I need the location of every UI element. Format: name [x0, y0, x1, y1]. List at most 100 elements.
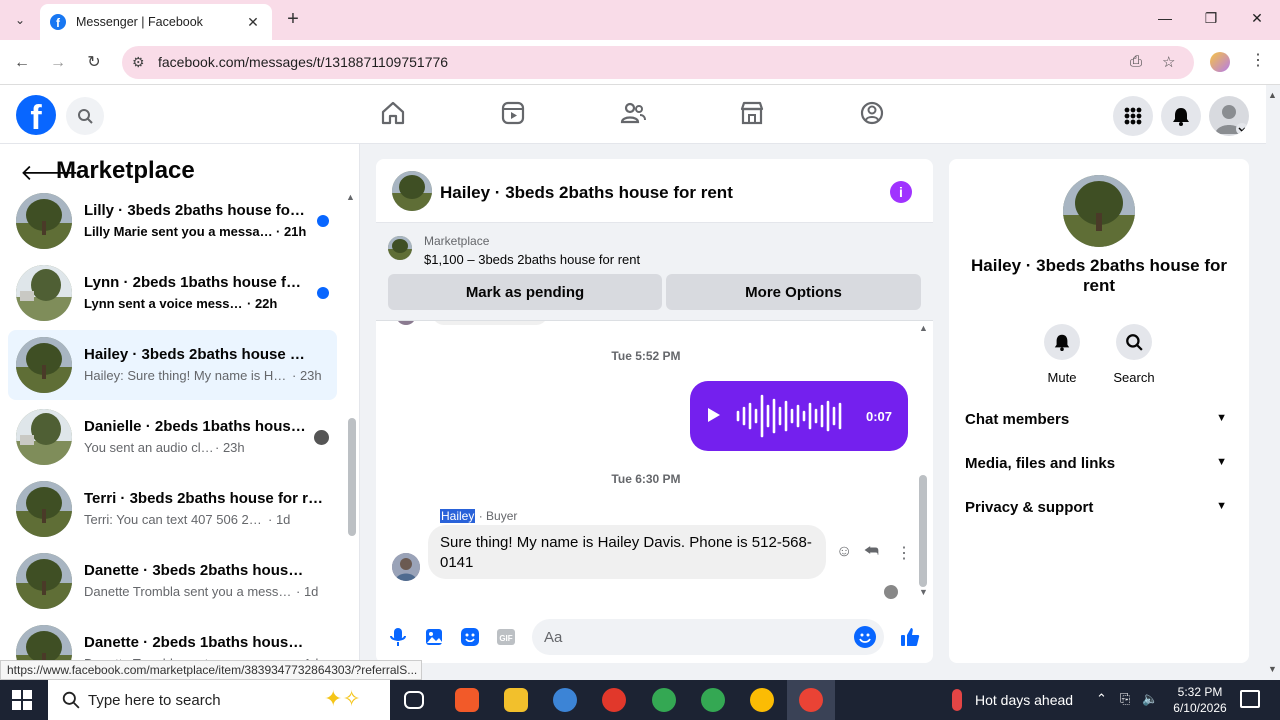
chrome-icon[interactable]	[701, 688, 725, 712]
chevron-down-icon: ▼	[1216, 500, 1227, 512]
chat-members-section[interactable]: Chat members ▼	[949, 398, 1249, 442]
gif-icon[interactable]: GIF	[494, 625, 518, 649]
gaming-icon[interactable]	[858, 99, 886, 127]
video-icon[interactable]	[499, 99, 527, 127]
chrome-profile-icon[interactable]	[602, 688, 626, 712]
page-scroll-down-icon[interactable]: ▼	[1268, 664, 1277, 674]
new-tab-button[interactable]: +	[282, 9, 304, 31]
menu-grid-button[interactable]	[1113, 96, 1153, 136]
task-view-icon[interactable]	[404, 691, 424, 709]
volume-icon[interactable]: 🔈	[1142, 691, 1158, 707]
conversation-item[interactable]: Lynn · 2beds 1baths house for rent Lynn …	[8, 258, 337, 328]
browser-menu-icon[interactable]: ⋮	[1250, 50, 1266, 70]
conversation-item[interactable]: Danette · 3beds 2baths house for rent Da…	[8, 546, 337, 616]
tab-search-button[interactable]: ⌄	[8, 9, 32, 31]
browser-tab-messenger[interactable]: f Messenger | Facebook ✕	[40, 4, 272, 40]
bookmark-star-icon[interactable]: ☆	[1162, 53, 1175, 71]
voice-message-bubble[interactable]: 0:07	[690, 381, 908, 451]
close-window-button[interactable]: ✕	[1242, 10, 1272, 30]
chrome-icon[interactable]	[750, 688, 774, 712]
page-scroll-up-icon[interactable]: ▲	[1268, 90, 1277, 100]
incoming-message-bubble[interactable]: Sure thing! My name is Hailey Davis. Pho…	[428, 525, 826, 579]
chat-title[interactable]: Hailey · 3beds 2baths house for rent	[440, 183, 733, 203]
search-action[interactable]: Search	[1104, 324, 1164, 385]
mute-button[interactable]	[1044, 324, 1080, 360]
notifications-button[interactable]	[1161, 96, 1201, 136]
microphone-icon[interactable]	[386, 625, 410, 649]
address-bar[interactable]: ⚙ facebook.com/messages/t/13188711097517…	[122, 46, 1194, 79]
listing-thumb[interactable]	[388, 236, 412, 260]
conversation-item[interactable]: Lilly · 3beds 2baths house for rent Lill…	[8, 186, 337, 256]
facebook-logo[interactable]: f	[16, 95, 56, 135]
scroll-down-arrow-icon[interactable]: ▼	[919, 587, 928, 597]
chrome-active-icon[interactable]	[799, 688, 823, 712]
section-label: Media, files and links	[965, 455, 1116, 472]
home-icon[interactable]	[379, 99, 407, 127]
mark-as-pending-button[interactable]: Mark as pending	[388, 274, 662, 310]
friends-icon[interactable]	[619, 99, 647, 127]
more-actions-icon[interactable]: ⋮	[896, 543, 912, 563]
url-text[interactable]: facebook.com/messages/t/1318871109751776	[158, 54, 448, 70]
photo-icon[interactable]	[422, 625, 446, 649]
file-explorer-icon[interactable]	[504, 688, 528, 712]
grid-icon	[1124, 107, 1142, 125]
listing-large-avatar[interactable]	[1063, 175, 1135, 247]
back-button[interactable]: ←	[10, 51, 34, 75]
taskbar-search-box[interactable]: Type here to search ✦✧	[48, 680, 390, 720]
conversation-name: Hailey · 3beds 2baths house for rent	[84, 346, 309, 363]
taskbar-clock[interactable]: 5:32 PM 6/10/2026	[1170, 684, 1230, 716]
message-input[interactable]: Aa	[532, 619, 884, 655]
app-icon[interactable]	[553, 688, 577, 712]
windows-start-icon[interactable]	[12, 690, 32, 710]
thumbs-up-icon[interactable]	[898, 625, 922, 649]
timestamp: Tue 6:30 PM	[611, 472, 681, 486]
reload-button[interactable]: ↻	[82, 51, 106, 75]
search-highlight-icon: ✦✧	[324, 686, 361, 711]
chat-scrollbar[interactable]	[919, 475, 927, 587]
brave-browser-icon[interactable]	[455, 688, 479, 712]
weather-widget[interactable]: Hot days ahead	[975, 692, 1073, 708]
chat-panel: Hailey · 3beds 2baths house for rent i M…	[376, 159, 933, 663]
react-emoji-icon[interactable]: ☺	[836, 543, 852, 561]
forward-button[interactable]: →	[46, 51, 70, 75]
play-icon[interactable]	[708, 408, 720, 422]
listing-avatar	[16, 265, 72, 321]
network-icon[interactable]: ⎘	[1120, 691, 1130, 707]
chat-avatar[interactable]	[392, 171, 432, 211]
minimize-button[interactable]: —	[1150, 10, 1180, 30]
install-app-icon[interactable]: ⎙	[1130, 53, 1142, 70]
reply-icon[interactable]: ⮪	[864, 543, 879, 561]
scroll-up-arrow-icon[interactable]: ▲	[919, 323, 928, 333]
sender-name[interactable]: Hailey	[440, 509, 476, 523]
timestamp: Tue 5:52 PM	[611, 349, 681, 363]
marketplace-icon[interactable]	[738, 99, 766, 127]
conversation-item-active[interactable]: Hailey · 3beds 2baths house for rent Hai…	[8, 330, 337, 400]
chrome-icon[interactable]	[652, 688, 676, 712]
info-icon[interactable]: i	[890, 181, 912, 203]
account-avatar-button[interactable]	[1209, 96, 1249, 136]
conversation-item[interactable]: Danielle · 2beds 1baths house for rent Y…	[8, 402, 337, 472]
search-button[interactable]	[1116, 324, 1152, 360]
media-files-links-section[interactable]: Media, files and links ▼	[949, 442, 1249, 486]
sender-avatar[interactable]	[392, 553, 420, 581]
extension-icon[interactable]	[1210, 52, 1230, 72]
clock-time: 5:32 PM	[1177, 685, 1223, 699]
restore-button[interactable]: ❐	[1196, 10, 1226, 30]
privacy-support-section[interactable]: Privacy & support ▼	[949, 486, 1249, 530]
emoji-icon[interactable]	[854, 626, 876, 648]
mute-action[interactable]: Mute	[1032, 324, 1092, 385]
listing-avatar	[16, 337, 72, 393]
notification-center-icon[interactable]	[1240, 690, 1260, 708]
conversation-name: Danielle · 2beds 1baths house for rent	[84, 418, 309, 435]
listing-price-title[interactable]: $1,100 – 3beds 2baths house for rent	[424, 252, 640, 267]
scroll-up-arrow-icon[interactable]: ▲	[346, 192, 355, 202]
conversation-sidebar: 🡐 Marketplace Lilly · 3beds 2baths house…	[0, 144, 360, 680]
tab-close-icon[interactable]: ✕	[244, 14, 262, 31]
site-info-icon[interactable]: ⚙	[132, 54, 145, 71]
sidebar-scrollbar[interactable]	[348, 418, 356, 536]
conversation-item[interactable]: Terri · 3beds 2baths house for rent Terr…	[8, 474, 337, 544]
more-options-button[interactable]: More Options	[666, 274, 921, 310]
facebook-search-button[interactable]	[66, 97, 104, 135]
show-hidden-icons[interactable]: ⌃	[1096, 691, 1107, 707]
sticker-icon[interactable]	[458, 625, 482, 649]
